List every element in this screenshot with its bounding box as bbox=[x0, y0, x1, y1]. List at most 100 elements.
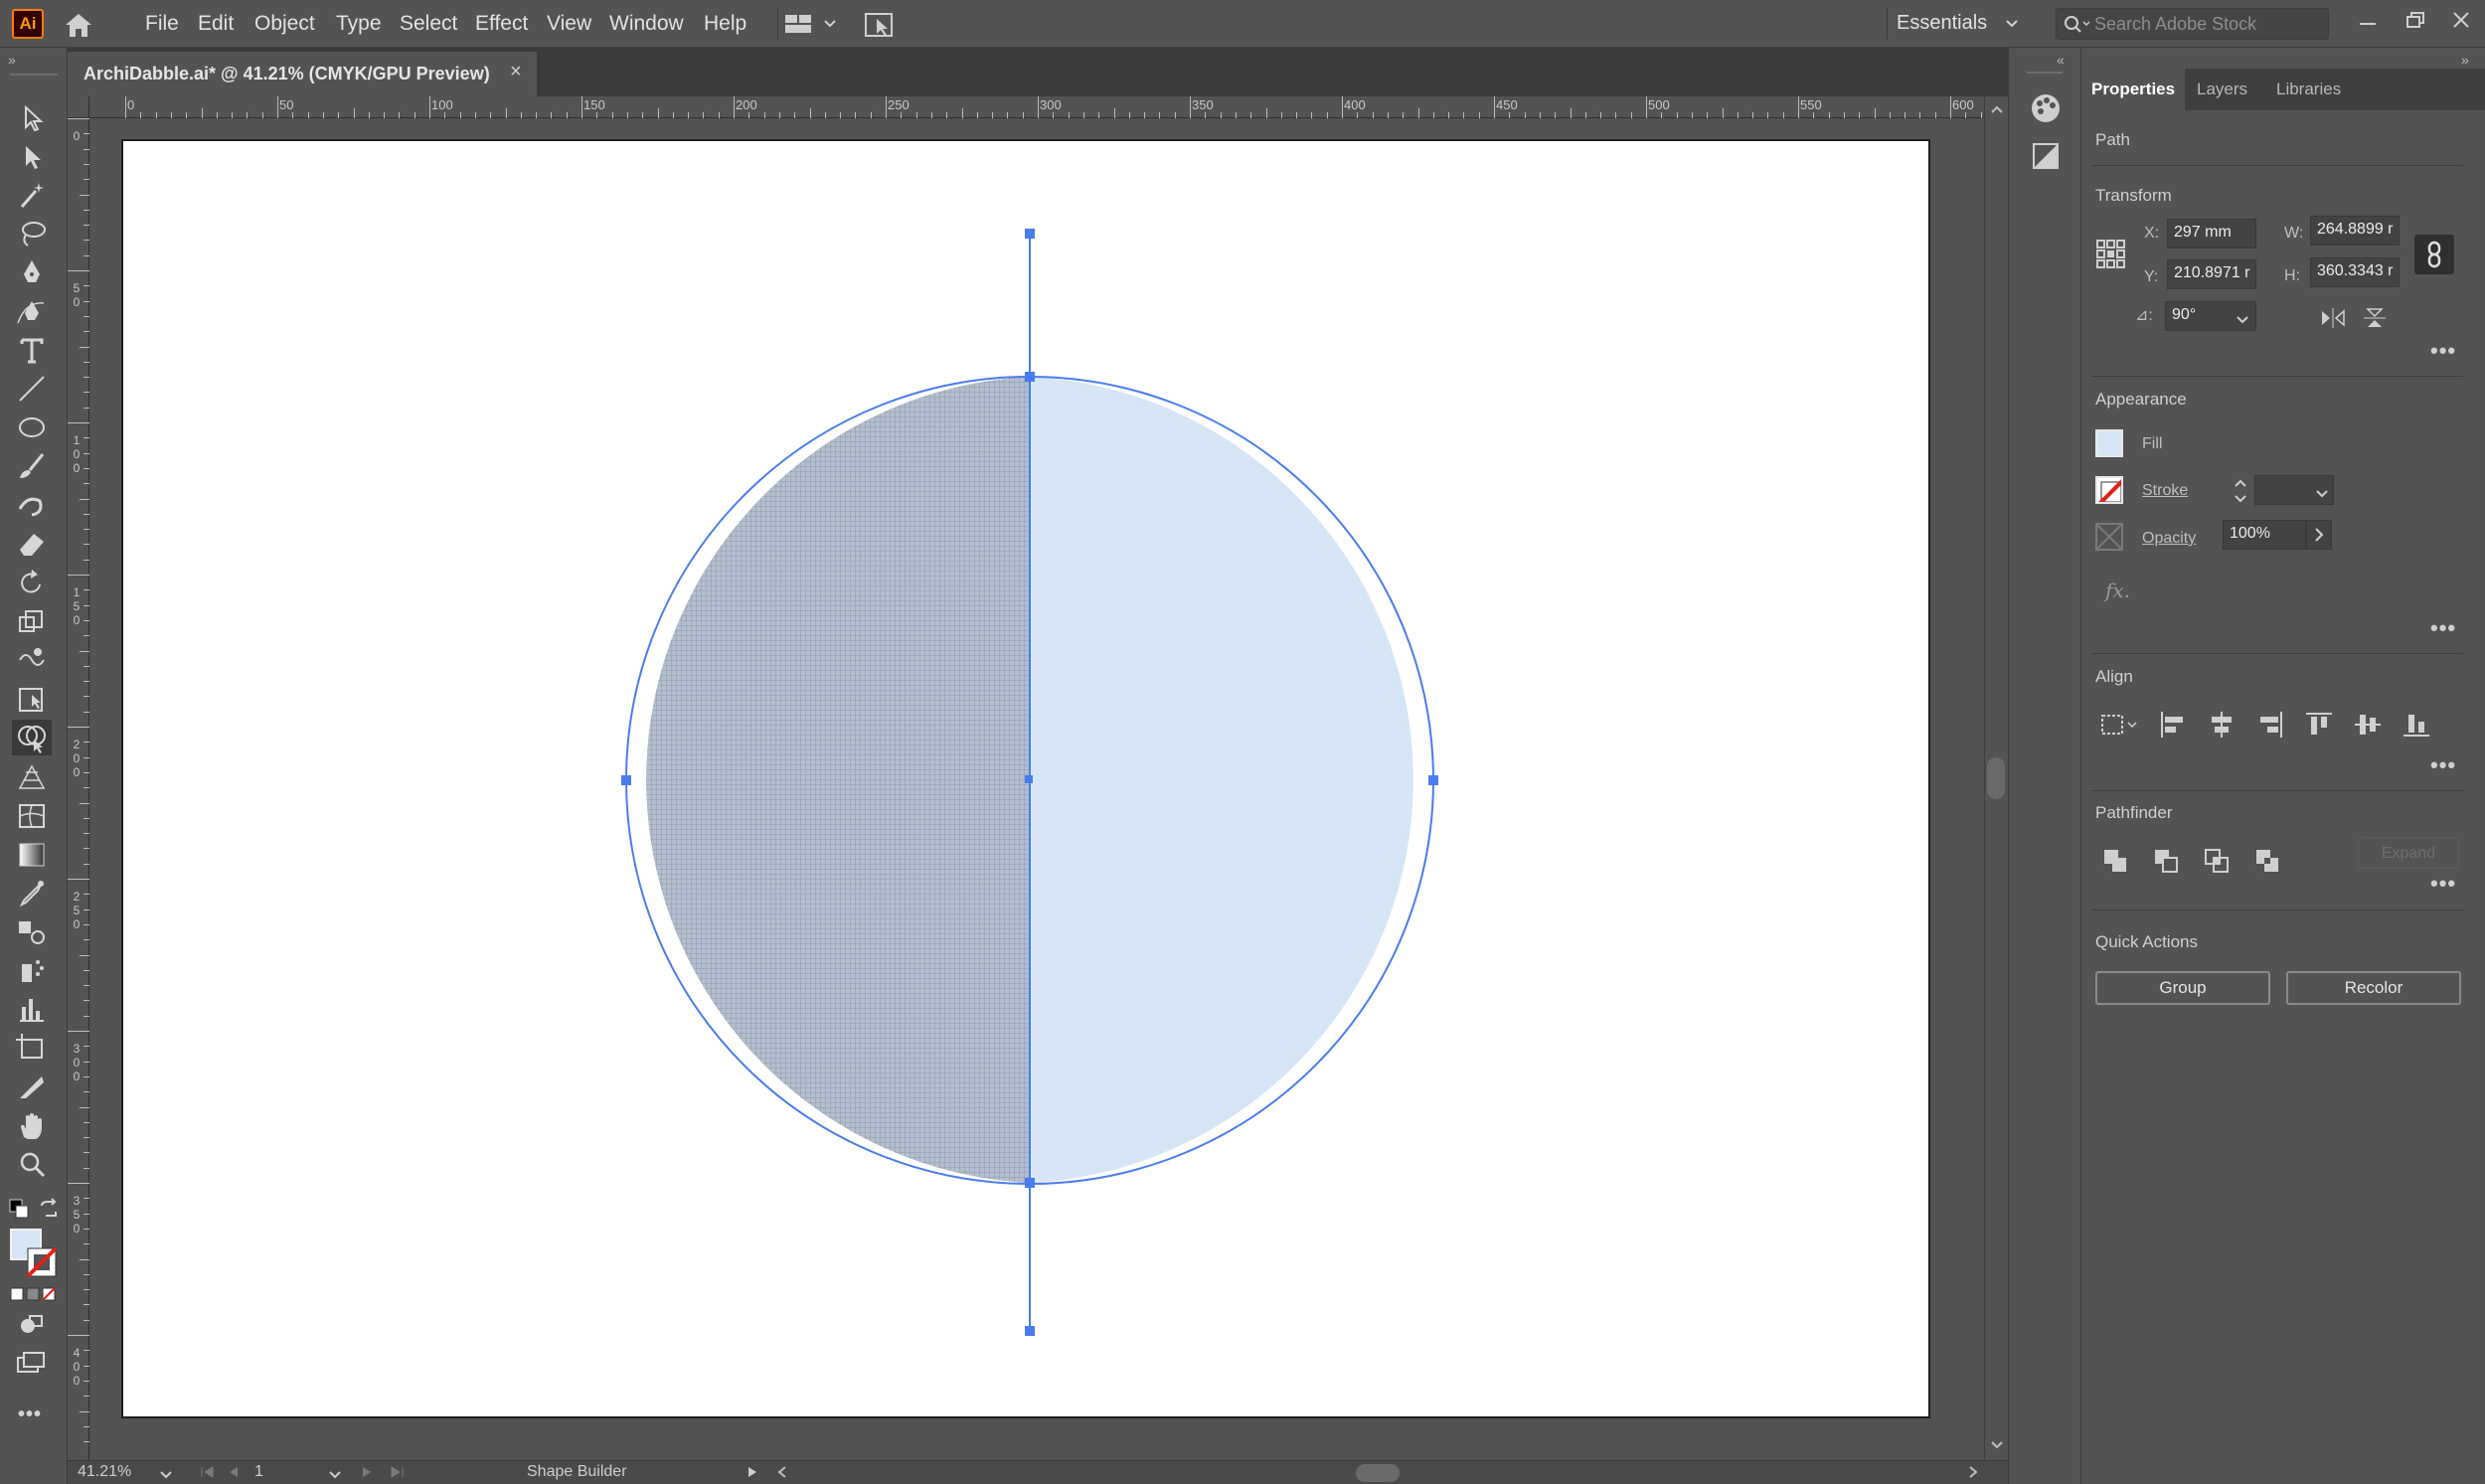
anchor-point[interactable] bbox=[1025, 1178, 1035, 1188]
tab-layers[interactable]: Layers bbox=[2187, 69, 2257, 110]
vertical-scroll-thumb[interactable] bbox=[1987, 757, 2005, 799]
align-right-icon[interactable] bbox=[2254, 709, 2286, 745]
align-horizontal-center-icon[interactable] bbox=[2206, 709, 2237, 745]
stroke-swatch[interactable] bbox=[2095, 476, 2123, 504]
opacity-label[interactable]: Opacity bbox=[2142, 530, 2196, 548]
scale-tool-icon[interactable] bbox=[12, 603, 52, 639]
toolbar-grip[interactable] bbox=[10, 74, 58, 76]
menu-select[interactable]: Select bbox=[388, 0, 469, 48]
x-field[interactable]: 297 mm bbox=[2167, 219, 2256, 248]
recolor-button[interactable]: Recolor bbox=[2286, 971, 2461, 1005]
symbol-sprayer-tool-icon[interactable] bbox=[12, 952, 52, 988]
edit-toolbar-icon[interactable]: ••• bbox=[18, 1403, 42, 1426]
fill-swatch[interactable] bbox=[2095, 429, 2123, 457]
default-fill-stroke-icon[interactable] bbox=[8, 1198, 30, 1225]
expand-dock-icon[interactable]: « bbox=[2057, 52, 2065, 68]
properties-panel-icon[interactable] bbox=[2027, 137, 2065, 180]
constrain-proportions-button[interactable] bbox=[2414, 235, 2454, 274]
collapse-toolbar-icon[interactable]: » bbox=[8, 52, 16, 68]
stroke-label[interactable]: Stroke bbox=[2142, 482, 2188, 500]
first-artboard-icon[interactable] bbox=[199, 1465, 221, 1484]
anchor-point[interactable] bbox=[1428, 775, 1438, 785]
close-tab-icon[interactable]: × bbox=[510, 61, 522, 83]
flip-vertical-icon[interactable] bbox=[2360, 306, 2390, 335]
gpu-preview-icon[interactable] bbox=[863, 10, 895, 40]
dock-grip[interactable] bbox=[2027, 72, 2063, 74]
opacity-field[interactable]: 100% bbox=[2223, 520, 2306, 550]
horizontal-ruler[interactable]: 0 50 100 150 200 250 300 350 400 450 500 550 600 bbox=[68, 96, 1984, 118]
minimize-button[interactable] bbox=[2348, 4, 2388, 40]
eyedropper-tool-icon[interactable] bbox=[12, 875, 52, 910]
close-window-button[interactable] bbox=[2441, 4, 2481, 40]
stroke-color-swatch[interactable] bbox=[26, 1246, 58, 1283]
left-half-shape-highlight[interactable] bbox=[646, 377, 1030, 1183]
next-artboard-icon[interactable] bbox=[360, 1465, 374, 1484]
ellipse-tool-icon[interactable] bbox=[12, 410, 52, 445]
fx-icon[interactable]: fx. bbox=[2105, 578, 2130, 602]
ruler-origin[interactable] bbox=[68, 96, 89, 118]
type-tool-icon[interactable] bbox=[12, 332, 52, 368]
pathfinder-minus-front-icon[interactable] bbox=[2150, 845, 2182, 882]
color-panel-icon[interactable] bbox=[2027, 89, 2065, 132]
slice-tool-icon[interactable] bbox=[12, 1069, 52, 1104]
home-icon[interactable] bbox=[62, 10, 95, 40]
menu-effect[interactable]: Effect bbox=[463, 0, 540, 48]
draw-mode-icon[interactable] bbox=[16, 1312, 46, 1343]
free-transform-tool-icon[interactable] bbox=[12, 681, 52, 717]
group-button[interactable]: Group bbox=[2095, 971, 2270, 1005]
canvas[interactable] bbox=[89, 118, 1984, 1460]
magic-wand-tool-icon[interactable] bbox=[12, 177, 52, 213]
workspace-switcher[interactable]: Essentials bbox=[1897, 0, 2019, 48]
shaper-tool-icon[interactable] bbox=[12, 487, 52, 523]
anchor-point[interactable] bbox=[621, 775, 631, 785]
line-segment-tool-icon[interactable] bbox=[12, 371, 52, 407]
scroll-right-icon[interactable] bbox=[1966, 1465, 1980, 1484]
align-top-icon[interactable] bbox=[2303, 709, 2335, 745]
vertical-ruler[interactable]: 0 50 100 150 200 250 300 350 400 bbox=[68, 118, 89, 1460]
anchor-point[interactable] bbox=[1025, 1326, 1035, 1336]
zoom-level[interactable]: 41.21% bbox=[78, 1463, 131, 1481]
last-artboard-icon[interactable] bbox=[384, 1465, 406, 1484]
pathfinder-unite-icon[interactable] bbox=[2099, 845, 2131, 882]
collapse-panel-icon[interactable]: » bbox=[2461, 52, 2469, 68]
status-menu-icon[interactable] bbox=[746, 1465, 759, 1484]
rotate-angle-field[interactable]: 90° bbox=[2165, 301, 2256, 331]
scroll-left-icon[interactable] bbox=[775, 1465, 789, 1484]
anchor-point[interactable] bbox=[1025, 229, 1035, 239]
appearance-more-button[interactable]: ••• bbox=[2430, 615, 2456, 641]
scroll-down-icon[interactable] bbox=[1989, 1438, 2005, 1456]
artboard-tool-icon[interactable] bbox=[12, 1030, 52, 1066]
artboard-number[interactable]: 1 bbox=[254, 1463, 326, 1481]
pathfinder-more-button[interactable]: ••• bbox=[2430, 871, 2456, 897]
artboard-dropdown-icon[interactable] bbox=[328, 1467, 342, 1484]
anchor-point[interactable] bbox=[1025, 372, 1035, 382]
horizontal-scroll-thumb[interactable] bbox=[1356, 1464, 1400, 1482]
artwork[interactable] bbox=[89, 118, 1984, 1460]
stroke-weight-field[interactable] bbox=[2254, 475, 2334, 505]
zoom-dropdown-icon[interactable] bbox=[159, 1467, 173, 1484]
pen-tool-icon[interactable] bbox=[12, 254, 52, 290]
screen-mode-icon[interactable] bbox=[16, 1350, 46, 1381]
eraser-tool-icon[interactable] bbox=[12, 526, 52, 562]
transform-more-button[interactable]: ••• bbox=[2430, 338, 2456, 364]
menu-type[interactable]: Type bbox=[324, 0, 394, 48]
flip-horizontal-icon[interactable] bbox=[2318, 306, 2348, 335]
direct-selection-tool-icon[interactable] bbox=[12, 138, 52, 174]
selection-tool-icon[interactable] bbox=[12, 99, 52, 135]
lasso-tool-icon[interactable] bbox=[12, 216, 52, 251]
paintbrush-tool-icon[interactable] bbox=[12, 448, 52, 484]
stroke-weight-stepper-icon[interactable] bbox=[2231, 475, 2250, 512]
gradient-tool-icon[interactable] bbox=[12, 836, 52, 872]
column-graph-tool-icon[interactable] bbox=[12, 991, 52, 1027]
align-bottom-icon[interactable] bbox=[2401, 709, 2432, 745]
scroll-up-icon[interactable] bbox=[1989, 102, 2005, 120]
reference-point-icon[interactable] bbox=[2095, 239, 2127, 275]
pathfinder-intersect-icon[interactable] bbox=[2201, 845, 2233, 882]
restore-button[interactable] bbox=[2396, 4, 2435, 40]
menu-object[interactable]: Object bbox=[243, 0, 327, 48]
pathfinder-exclude-icon[interactable] bbox=[2251, 845, 2283, 882]
blend-tool-icon[interactable] bbox=[12, 913, 52, 949]
stock-search[interactable] bbox=[2056, 8, 2329, 40]
shape-builder-tool-icon[interactable] bbox=[12, 720, 52, 755]
swap-fill-stroke-icon[interactable] bbox=[38, 1198, 60, 1225]
